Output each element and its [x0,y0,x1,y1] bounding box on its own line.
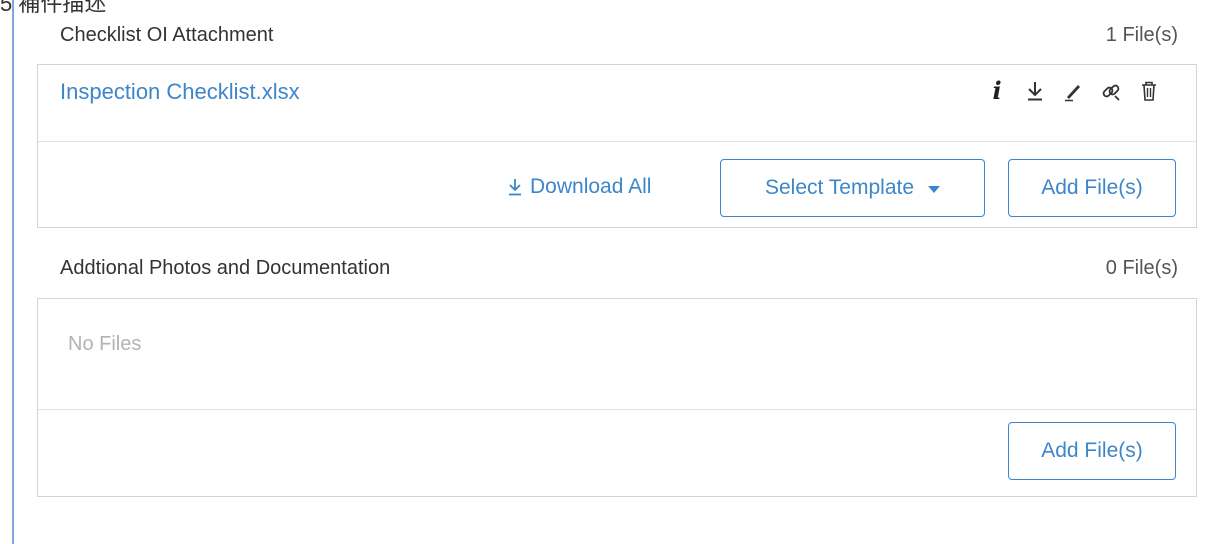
file-row: Inspection Checklist.xlsx i [38,65,1196,142]
additional-documents-panel: No Files Add File(s) [37,298,1197,497]
no-files-text: No Files [68,333,142,355]
trash-icon[interactable] [1138,77,1160,105]
file-count: 0 File(s) [1105,257,1178,279]
top-cut-off-label: 5 補件描述 [0,0,107,16]
section-title: Checklist OI Attachment [60,24,274,46]
download-all-icon [509,179,521,196]
select-template-label: Select Template [764,176,915,199]
caret-down-icon [928,185,941,193]
download-all-link[interactable]: Download All [506,175,651,199]
panel-footer: Download All Select Template Add File(s) [38,142,1196,228]
checklist-attachment-panel: Inspection Checklist.xlsx i Download All… [37,64,1197,228]
select-template-dropdown[interactable]: Select Template [720,159,985,217]
download-icon[interactable] [1024,77,1046,105]
section-title: Addtional Photos and Documentation [60,257,391,279]
add-files-button[interactable]: Add File(s) [1008,159,1176,217]
link-icon[interactable] [1100,77,1122,105]
additional-section-header: Addtional Photos and Documentation 0 Fil… [60,257,1178,280]
info-icon[interactable]: i [986,77,1008,105]
panel-footer: Add File(s) [38,410,1196,496]
add-files-button[interactable]: Add File(s) [1008,422,1176,480]
empty-files-row: No Files [38,299,1196,410]
checklist-section-header: Checklist OI Attachment 1 File(s) [60,24,1178,47]
file-actions: i [986,77,1160,105]
download-all-label: Download All [530,175,652,198]
left-border-rule [12,0,14,544]
file-count: 1 File(s) [1105,24,1178,46]
edit-icon[interactable] [1062,77,1084,105]
file-link[interactable]: Inspection Checklist.xlsx [60,79,300,105]
